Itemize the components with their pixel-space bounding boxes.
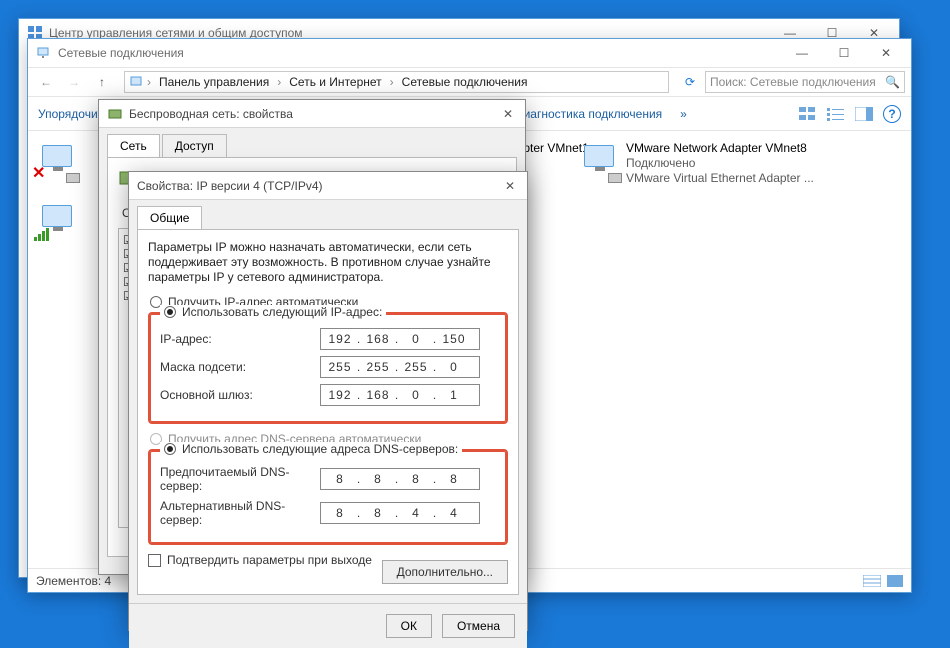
gateway-label: Основной шлюз: (160, 388, 320, 402)
view-thumbnails-icon[interactable] (799, 107, 817, 121)
nic-icon (107, 106, 123, 122)
adapter-icon (578, 141, 620, 181)
radio-manual-ip[interactable] (164, 306, 176, 318)
control-panel-icon (129, 75, 143, 89)
ip-group: Использовать следующий IP-адрес: IP-адре… (148, 312, 508, 424)
ok-button[interactable]: ОК (386, 614, 432, 638)
item-count: Элементов: 4 (36, 574, 111, 588)
up-button[interactable]: ↑ (90, 70, 114, 94)
dialog-title: Беспроводная сеть: свойства (129, 107, 495, 121)
close-button[interactable]: ✕ (495, 103, 521, 125)
dns-secondary-input[interactable]: 8. 8. 4. 4 (320, 502, 480, 524)
forward-button[interactable]: → (62, 70, 86, 94)
ip-label: IP-адрес: (160, 332, 320, 346)
search-icon: 🔍 (885, 75, 900, 89)
preview-pane-icon[interactable] (855, 107, 873, 121)
radio-manual-dns[interactable] (164, 443, 176, 455)
description-text: Параметры IP можно назначать автоматичес… (148, 240, 508, 285)
tab-general[interactable]: Общие (137, 206, 202, 229)
dns-pref-label: Предпочитаемый DNS-сервер: (160, 465, 320, 493)
subnet-mask-input[interactable]: 255. 255. 255. 0 (320, 356, 480, 378)
adapter-icon (36, 201, 78, 241)
maximize-button[interactable]: ☐ (823, 40, 865, 66)
adapter-icon: ✕ (36, 141, 78, 181)
close-button[interactable]: ✕ (497, 175, 523, 197)
minimize-button[interactable]: — (781, 40, 823, 66)
network-connections-icon (36, 45, 52, 61)
dns-alt-label: Альтернативный DNS-сервер: (160, 499, 320, 527)
ip-address-input[interactable]: 192. 168. 0. 150 (320, 328, 480, 350)
dialog-title: Свойства: IP версии 4 (TCP/IPv4) (137, 179, 497, 193)
advanced-button[interactable]: Дополнительно... (382, 560, 508, 584)
adapter-item-vmnet8[interactable]: VMware Network Adapter VMnet8 Подключено… (578, 141, 858, 186)
help-button[interactable]: ? (883, 105, 901, 123)
dns-primary-input[interactable]: 8. 8. 8. 8 (320, 468, 480, 490)
refresh-button[interactable]: ⟳ (679, 71, 701, 93)
cancel-button[interactable]: Отмена (442, 614, 515, 638)
tab-access[interactable]: Доступ (162, 134, 227, 157)
back-button[interactable]: ← (34, 70, 58, 94)
dns-group: Использовать следующие адреса DNS-сервер… (148, 449, 508, 545)
mask-label: Маска подсети: (160, 360, 320, 374)
window-title: Сетевые подключения (58, 46, 781, 60)
diagnose-button[interactable]: Диагностика подключения (515, 107, 662, 121)
more-commands[interactable]: » (680, 107, 687, 121)
close-button[interactable]: ✕ (865, 40, 907, 66)
view-large-icon[interactable] (887, 575, 903, 587)
view-details-icon[interactable] (863, 575, 881, 587)
tab-network[interactable]: Сеть (107, 134, 160, 157)
breadcrumb[interactable]: › Панель управления › Сеть и Интернет › … (124, 71, 669, 93)
view-details-icon[interactable] (827, 107, 845, 121)
address-bar: ← → ↑ › Панель управления › Сеть и Интер… (28, 67, 911, 97)
ipv4-properties-dialog: Свойства: IP версии 4 (TCP/IPv4) ✕ Общие… (128, 171, 528, 631)
gateway-input[interactable]: 192. 168. 0. 1 (320, 384, 480, 406)
search-input[interactable]: Поиск: Сетевые подключения 🔍 (705, 71, 905, 93)
